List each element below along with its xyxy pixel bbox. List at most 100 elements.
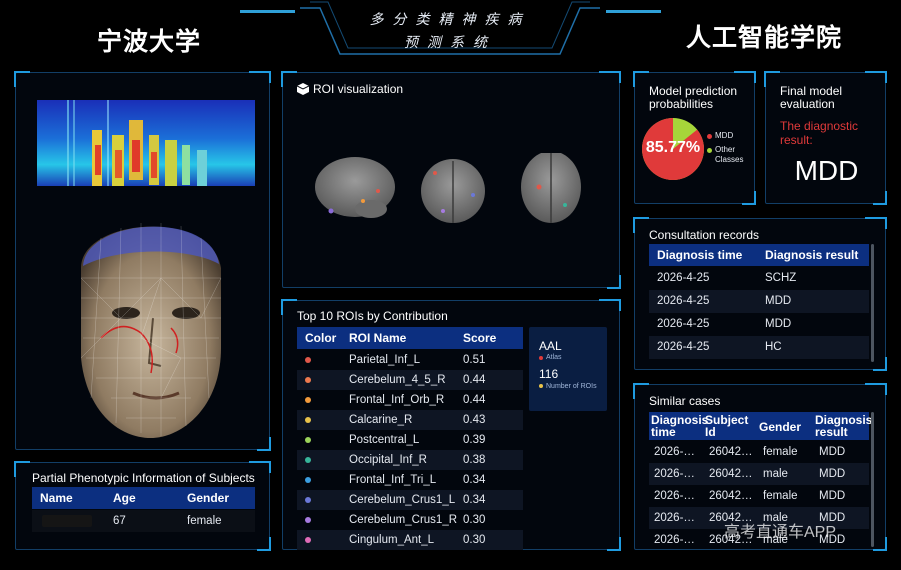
roi-name: Frontal_Inf_Tri_L — [349, 474, 437, 486]
roi-color-dot — [305, 397, 311, 403]
roi-row[interactable]: Postcentral_L 0.39 — [297, 430, 523, 450]
system-title-line2: 预测系统 — [404, 35, 496, 51]
col-score: Score — [463, 331, 497, 345]
brain-posterior-view — [421, 159, 485, 223]
roi-name: Cerebelum_Crus1_L — [349, 494, 456, 506]
roi-row[interactable]: Cingulum_Ant_L 0.30 — [297, 530, 523, 550]
spectrogram-image — [37, 100, 255, 186]
diagnostic-result-label: The diagnostic result: — [780, 119, 859, 147]
col-age: Age — [113, 491, 136, 505]
evaluation-title: Final model evaluation — [780, 84, 843, 111]
consultation-row[interactable]: 2026-4-25 MDD — [649, 290, 869, 313]
header-deco-left — [240, 10, 295, 13]
roi-name: Calcarine_R — [349, 414, 413, 426]
roi-color-dot — [305, 377, 311, 383]
roi-table-body: Parietal_Inf_L 0.51 Cerebelum_4_5_R 0.44 Fro… — [297, 350, 523, 550]
col-gender: Gender — [187, 491, 230, 505]
roi-score: 0.30 — [463, 534, 486, 546]
phenotype-title: Partial Phenotypic Information of Subjec… — [32, 471, 255, 485]
face-mesh-image — [80, 223, 222, 438]
similar-case-row[interactable]: 2026-… 26042… female MDD — [649, 485, 869, 507]
similar-subject-id: 26042… — [709, 490, 753, 502]
consultation-time: 2026-4-25 — [657, 341, 710, 353]
top10-roi-panel: Top 10 ROIs by Contribution Color ROI Na… — [281, 299, 621, 551]
age-value: 67 — [113, 515, 126, 527]
roi-row[interactable]: Cerebelum_4_5_R 0.44 — [297, 370, 523, 390]
similar-time: 2026-… — [654, 512, 695, 524]
roi-table-header: Color ROI Name Score — [297, 327, 523, 349]
legend-other-label: Other Classes — [715, 145, 744, 164]
header-deco-right — [606, 10, 661, 13]
roi-row[interactable]: Frontal_Inf_Tri_L 0.34 — [297, 470, 523, 490]
subject-visual-panel — [14, 71, 271, 451]
consultation-row[interactable]: 2026-4-25 MDD — [649, 313, 869, 336]
consultation-row[interactable]: 2026-4-25 HC — [649, 336, 869, 359]
atlas-bullet — [539, 356, 543, 360]
phenotype-panel: Partial Phenotypic Information of Subjec… — [14, 461, 271, 551]
phenotype-row: 67 female — [32, 510, 255, 532]
similar-result: MDD — [819, 468, 846, 480]
similar-time: 2026-… — [654, 468, 695, 480]
similar-result: MDD — [819, 446, 846, 458]
col-color: Color — [305, 331, 337, 345]
roi-name: Cerebelum_4_5_R — [349, 374, 446, 386]
roi-score: 0.44 — [463, 394, 486, 406]
roi-name: Frontal_Inf_Orb_R — [349, 394, 445, 406]
consultation-body[interactable]: 2026-4-25 SCHZ 2026-4-25 MDD 2026-4-25 MDD 202… — [649, 267, 869, 361]
roi-score: 0.30 — [463, 514, 486, 526]
school-title: 人工智能学院 — [686, 23, 843, 52]
brain-top-view — [521, 153, 581, 223]
cube-icon — [297, 83, 309, 95]
brain-3d-views[interactable] — [313, 153, 603, 233]
consultation-row[interactable]: 2026-4-25 SCHZ — [649, 267, 869, 290]
roi-name: Cerebelum_Crus1_R — [349, 514, 458, 526]
system-title-banner: 多分类精神疾病 预测系统 — [300, 0, 600, 58]
consultation-time: 2026-4-25 — [657, 295, 710, 307]
roi-viz-title: ROI visualization — [313, 82, 404, 96]
consultation-panel: Consultation records Diagnosis time Diag… — [633, 217, 887, 371]
similar-case-row[interactable]: 2026-… 26042… male MDD — [649, 463, 869, 485]
col-sim-time: Diagnosis time — [651, 413, 709, 439]
similar-time: 2026-… — [654, 446, 695, 458]
col-name: Name — [40, 491, 73, 505]
col-sim-id: Subject Id — [705, 413, 749, 439]
roi-row[interactable]: Occipital_Inf_R 0.38 — [297, 450, 523, 470]
roi-row[interactable]: Calcarine_R 0.43 — [297, 410, 523, 430]
consultation-scrollbar[interactable] — [871, 244, 874, 362]
similar-result: MDD — [819, 490, 846, 502]
col-sim-gender: Gender — [759, 420, 802, 434]
diagnostic-result-value: MDD — [794, 155, 859, 186]
legend-mdd-label: MDD — [715, 131, 734, 140]
evaluation-panel: Final model evaluation The diagnostic re… — [764, 71, 887, 205]
roi-name: Occipital_Inf_R — [349, 454, 427, 466]
similar-gender: male — [763, 468, 788, 480]
atlas-label: Atlas — [546, 354, 562, 361]
col-diagnosis-time: Diagnosis time — [657, 248, 743, 262]
roi-score: 0.38 — [463, 454, 486, 466]
system-title-line1: 多分类精神疾病 — [369, 12, 531, 28]
roi-name: Postcentral_L — [349, 434, 420, 446]
similar-scrollbar[interactable] — [871, 412, 874, 547]
top10-title: Top 10 ROIs by Contribution — [297, 309, 448, 323]
roi-color-dot — [305, 437, 311, 443]
similar-time: 2026-… — [654, 534, 695, 546]
similar-time: 2026-… — [654, 490, 695, 502]
roi-row[interactable]: Cerebelum_Crus1_L 0.34 — [297, 490, 523, 510]
roi-color-dot — [305, 497, 311, 503]
consultation-result: MDD — [765, 295, 792, 307]
consultation-result: SCHZ — [765, 272, 797, 284]
count-label: Number of ROIs — [546, 383, 597, 390]
prediction-title: Model prediction probabilities — [649, 84, 738, 111]
roi-row[interactable]: Parietal_Inf_L 0.51 — [297, 350, 523, 370]
roi-row[interactable]: Cerebelum_Crus1_R 0.30 — [297, 510, 523, 530]
roi-color-dot — [305, 517, 311, 523]
roi-score: 0.39 — [463, 434, 486, 446]
similar-gender: female — [763, 490, 798, 502]
consultation-time: 2026-4-25 — [657, 318, 710, 330]
count-bullet — [539, 384, 543, 388]
similar-subject-id: 26042… — [709, 468, 753, 480]
roi-color-dot — [305, 357, 311, 363]
roi-row[interactable]: Frontal_Inf_Orb_R 0.44 — [297, 390, 523, 410]
roi-color-dot — [305, 537, 311, 543]
similar-case-row[interactable]: 2026-… 26042… female MDD — [649, 441, 869, 463]
